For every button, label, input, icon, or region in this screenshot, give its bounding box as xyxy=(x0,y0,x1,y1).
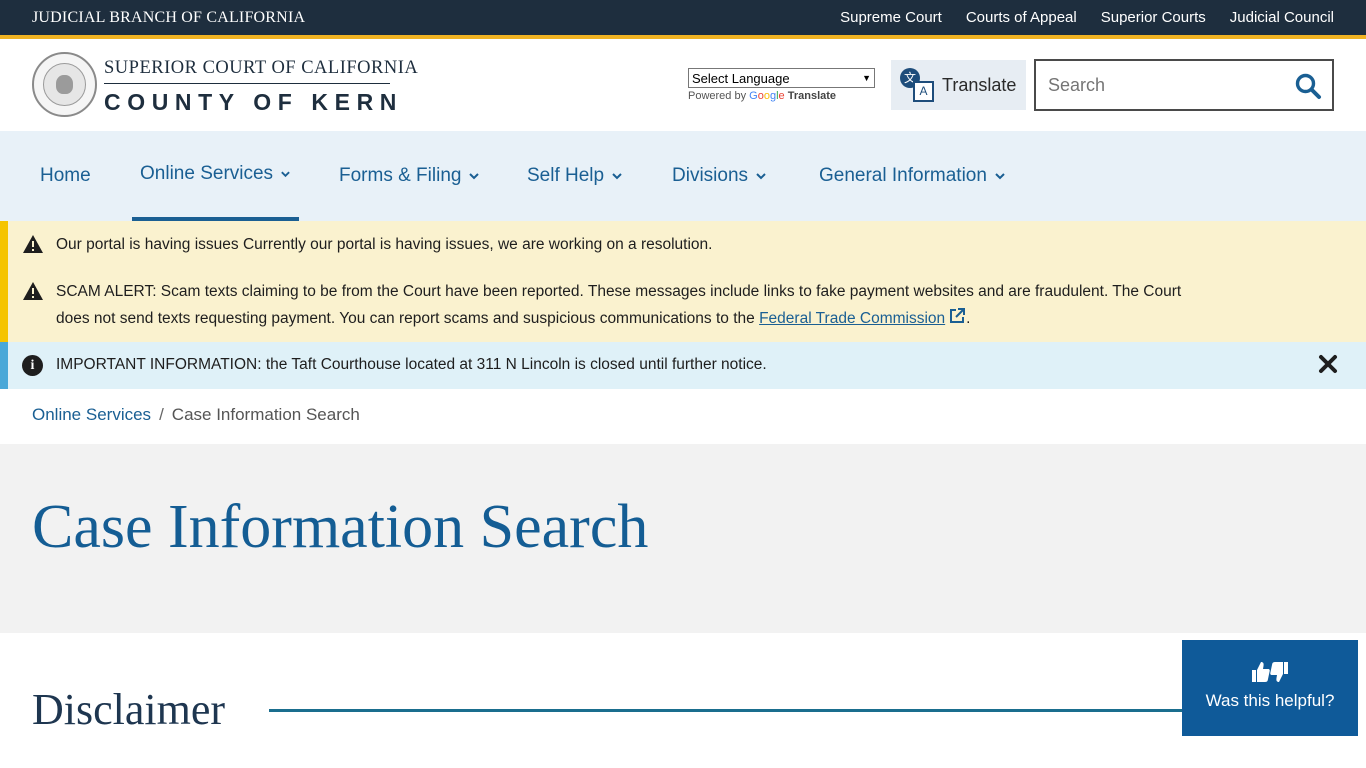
powered-by-label: Powered by xyxy=(688,90,747,102)
google-letter: G xyxy=(749,90,758,102)
logo-court-name[interactable]: SUPERIOR COURT OF CALIFORNIA xyxy=(104,58,418,79)
translate-icon: 文 A xyxy=(900,68,934,102)
section-divider xyxy=(269,709,1189,712)
chevron-down-icon xyxy=(995,173,1005,180)
seal-figure xyxy=(56,75,73,94)
search-box xyxy=(1034,59,1334,111)
feedback-button[interactable]: Was this helpful? xyxy=(1182,640,1358,736)
nav-item-label: Forms & Filing xyxy=(339,165,462,186)
google-translate-label: Translate xyxy=(787,90,837,102)
breadcrumb: Online Services / Case Information Search xyxy=(32,405,360,425)
nav-item-general-information[interactable]: General Information xyxy=(819,131,1006,221)
breadcrumb-online-services[interactable]: Online Services xyxy=(32,405,151,424)
warning-alert-banner: Our portal is having issues Currently ou… xyxy=(0,221,1366,342)
close-icon[interactable] xyxy=(1318,354,1338,374)
warning-icon xyxy=(23,235,43,253)
powered-by-google: Powered by Google Translate xyxy=(688,90,836,102)
nav-item-label: Home xyxy=(40,165,91,186)
language-select-value: Select Language xyxy=(692,70,790,86)
chevron-down-icon xyxy=(612,173,622,180)
chevron-down-icon xyxy=(756,173,766,180)
court-seal-icon[interactable] xyxy=(32,52,97,117)
branch-title[interactable]: JUDICIAL BRANCH OF CALIFORNIA xyxy=(32,9,305,27)
link-superior-courts[interactable]: Superior Courts xyxy=(1101,9,1206,26)
info-alert-banner: i IMPORTANT INFORMATION: the Taft Courth… xyxy=(0,342,1366,389)
language-select[interactable]: Select Language ▼ xyxy=(688,68,875,88)
chevron-down-icon: ▼ xyxy=(862,73,871,83)
logo-county-name[interactable]: COUNTY OF KERN xyxy=(104,89,403,116)
seal-inner-ring xyxy=(43,63,86,106)
nav-item-label: General Information xyxy=(819,165,987,186)
nav-item-label: Divisions xyxy=(672,165,749,186)
nav-item-home[interactable]: Home xyxy=(40,131,91,221)
top-utility-bar: JUDICIAL BRANCH OF CALIFORNIA Supreme Co… xyxy=(0,0,1366,35)
link-judicial-council[interactable]: Judicial Council xyxy=(1230,9,1334,26)
scam-alert-end: . xyxy=(966,310,971,327)
scam-alert: SCAM ALERT: Scam texts claiming to be fr… xyxy=(56,278,1266,332)
link-supreme-court[interactable]: Supreme Court xyxy=(840,9,942,26)
translate-icon-target: A xyxy=(913,81,934,102)
external-link-icon[interactable] xyxy=(948,307,966,325)
chevron-down-icon xyxy=(469,173,480,180)
nav-item-divisions[interactable]: Divisions xyxy=(672,131,767,221)
site-header: SUPERIOR COURT OF CALIFORNIA COUNTY OF K… xyxy=(0,39,1366,131)
nav-item-label: Online Services xyxy=(140,163,274,184)
search-input[interactable] xyxy=(1048,73,1278,97)
main-nav: Home Online Services Forms & Filing Self… xyxy=(0,131,1366,221)
ftc-link[interactable]: Federal Trade Commission xyxy=(759,310,945,327)
nav-item-label: Self Help xyxy=(527,165,605,186)
warning-icon xyxy=(23,282,43,300)
nav-item-forms-filing[interactable]: Forms & Filing xyxy=(339,131,480,221)
google-letter: e xyxy=(778,90,785,102)
info-alert-text: IMPORTANT INFORMATION: the Taft Courthou… xyxy=(56,356,767,373)
search-icon[interactable] xyxy=(1294,72,1322,100)
thumbs-up-down-icon xyxy=(1252,662,1288,682)
page-hero: Case Information Search xyxy=(0,444,1366,633)
nav-item-self-help[interactable]: Self Help xyxy=(527,131,623,221)
scam-alert-text: SCAM ALERT: Scam texts claiming to be fr… xyxy=(56,283,1182,300)
link-courts-of-appeal[interactable]: Courts of Appeal xyxy=(966,9,1077,26)
chevron-down-icon xyxy=(281,171,290,178)
top-links: Supreme Court Courts of Appeal Superior … xyxy=(840,9,1334,26)
scam-alert-text-2: does not send texts requesting payment. … xyxy=(56,310,755,327)
translate-button[interactable]: 文 A Translate xyxy=(891,60,1026,110)
translate-button-label: Translate xyxy=(942,74,1017,95)
disclaimer-heading: Disclaimer xyxy=(32,685,226,734)
nav-item-online-services[interactable]: Online Services xyxy=(132,131,299,221)
page-title: Case Information Search xyxy=(32,493,649,561)
google-logo[interactable]: Google xyxy=(749,90,785,102)
feedback-label: Was this helpful? xyxy=(1205,691,1335,710)
info-icon: i xyxy=(22,355,43,376)
portal-alert-text: Our portal is having issues Currently ou… xyxy=(56,236,713,253)
logo-divider xyxy=(104,83,390,84)
breadcrumb-separator: / xyxy=(159,405,164,424)
breadcrumb-current: Case Information Search xyxy=(171,405,360,424)
